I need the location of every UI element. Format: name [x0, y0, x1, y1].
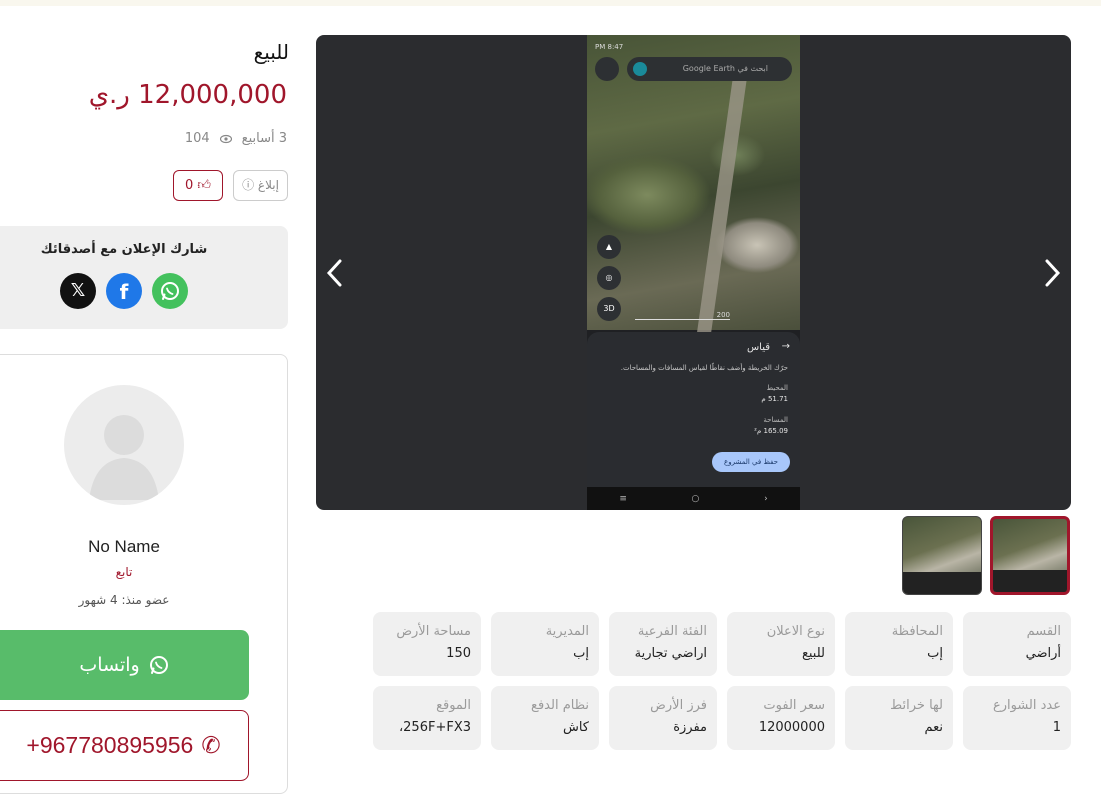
spec-card: مساحة الأرض 150: [373, 612, 481, 676]
compass-icon: ▲: [597, 235, 621, 259]
whatsapp-share-icon[interactable]: [152, 273, 188, 309]
perimeter-value: 51.71 م: [761, 395, 788, 403]
gallery-thumbnail-active[interactable]: [990, 516, 1070, 595]
back-arrow-icon: →: [781, 341, 790, 352]
spec-label: المحافظة: [891, 624, 943, 639]
spec-value: اراضي تجارية: [634, 646, 707, 661]
spec-label: فرز الأرض: [650, 698, 707, 713]
locate-icon: ◎: [597, 266, 621, 290]
spec-value: للبيع: [801, 646, 825, 661]
measure-panel: → قياس حرّك الخريطة وأضف نقاطًا لقياس ال…: [587, 332, 800, 487]
share-title: شارك الإعلان مع أصدقائك: [40, 242, 208, 257]
spec-card: لها خرائط نعم: [845, 686, 953, 750]
measure-hint: حرّك الخريطة وأضف نقاطًا لقياس المسافات …: [620, 364, 788, 372]
phone-status-bar: 8:47 PM: [595, 43, 624, 51]
phone-nav-bar: ‹ ○ ≡: [587, 487, 800, 510]
thumbs-up-icon: 👍︎: [197, 178, 211, 193]
area-label: المساحة: [763, 416, 788, 424]
spec-label: الفئة الفرعية: [637, 624, 707, 639]
like-button[interactable]: 👍︎ 0: [173, 170, 223, 201]
share-box: شارك الإعلان مع أصدقائك 𝕏 f: [0, 226, 288, 329]
spec-label: لها خرائط: [890, 698, 943, 713]
spec-label: المديرية: [545, 624, 589, 639]
call-button[interactable]: ✆ +967780895956: [0, 710, 249, 781]
spec-card: المديرية إب: [491, 612, 599, 676]
spec-label: نوع الاعلان: [766, 624, 825, 639]
area-value: 165.09 م²: [754, 427, 788, 435]
spec-value: مفرزة: [673, 720, 707, 735]
image-gallery[interactable]: 8:47 PM ابحث في Google Earth ▲ ◎ 3D 200 …: [316, 35, 1071, 510]
spec-label: مساحة الأرض: [396, 624, 471, 639]
spec-label: القسم: [1026, 624, 1061, 639]
nav-home-icon: ○: [691, 493, 700, 504]
seller-role: تابع: [115, 565, 133, 579]
listing-photo: 8:47 PM ابحث في Google Earth ▲ ◎ 3D 200 …: [587, 35, 800, 510]
spec-value: كاش: [562, 720, 589, 735]
like-count: 0: [184, 178, 194, 193]
3d-toggle: 3D: [597, 297, 621, 321]
report-icon: ⓘ: [242, 178, 255, 192]
layers-icon: [595, 57, 619, 81]
spec-card: القسم أراضي: [963, 612, 1071, 676]
gallery-prev-arrow[interactable]: [320, 253, 350, 293]
phone-number: +967780895956: [26, 732, 194, 758]
eye-icon: [219, 134, 232, 143]
price: 12,000,000 ر.ي: [88, 80, 287, 110]
earth-search-text: ابحث في Google Earth: [682, 64, 768, 73]
phone-icon: ✆: [201, 732, 221, 758]
account-icon: [633, 62, 647, 76]
spec-value: إب: [927, 646, 943, 661]
whatsapp-icon: [149, 656, 168, 674]
spec-label: عدد الشوارع: [992, 698, 1061, 713]
spec-value: أراضي: [1025, 646, 1061, 661]
measure-title: قياس: [746, 342, 770, 353]
spec-card: المحافظة إب: [845, 612, 953, 676]
spec-card: عدد الشوارع 1: [963, 686, 1071, 750]
spec-value: إب: [573, 646, 589, 661]
whatsapp-button[interactable]: واتساب: [0, 630, 249, 700]
avatar: [64, 385, 184, 505]
top-strip: [0, 0, 1101, 6]
spec-value: نعم: [924, 720, 943, 735]
view-count: 104: [184, 131, 210, 146]
spec-card: نوع الاعلان للبيع: [727, 612, 835, 676]
map-scale: 200: [635, 311, 730, 320]
x-share-icon[interactable]: 𝕏: [60, 273, 96, 309]
gallery-next-arrow[interactable]: [1037, 253, 1067, 293]
seller-name[interactable]: No Name: [0, 537, 248, 557]
spec-card: الفئة الفرعية اراضي تجارية: [609, 612, 717, 676]
facebook-share-icon[interactable]: f: [106, 273, 142, 309]
posted-time: 3 أسابيع: [241, 131, 287, 146]
listing-meta: 3 أسابيع 104: [185, 131, 287, 146]
report-label: إبلاغ: [257, 178, 279, 192]
nav-menu-icon: ≡: [619, 493, 627, 504]
spec-card: الموقع 256F+FX3،: [373, 686, 481, 750]
spec-label: الموقع: [436, 698, 471, 713]
spec-card: سعر الفوت 12000000: [727, 686, 835, 750]
spec-label: نظام الدفع: [531, 698, 589, 713]
save-project-chip: حفظ في المشروع: [712, 452, 790, 472]
spec-value: 1: [1052, 720, 1061, 735]
whatsapp-label: واتساب: [79, 654, 140, 676]
spec-value: 12000000: [758, 720, 825, 735]
report-button[interactable]: إبلاغ ⓘ: [233, 170, 288, 201]
ad-type-title: للبيع: [253, 40, 289, 64]
earth-search-bar: ابحث في Google Earth: [627, 57, 792, 81]
spec-value: 150: [446, 646, 471, 661]
spec-card: فرز الأرض مفرزة: [609, 686, 717, 750]
perimeter-label: المحيط: [766, 384, 788, 392]
nav-back-icon: ‹: [764, 493, 768, 504]
gallery-thumbnail[interactable]: [902, 516, 982, 595]
spec-card: نظام الدفع كاش: [491, 686, 599, 750]
spec-label: سعر الفوت: [763, 698, 825, 713]
member-since: عضو منذ: 4 شهور: [78, 593, 170, 607]
spec-value: 256F+FX3،: [398, 720, 471, 735]
